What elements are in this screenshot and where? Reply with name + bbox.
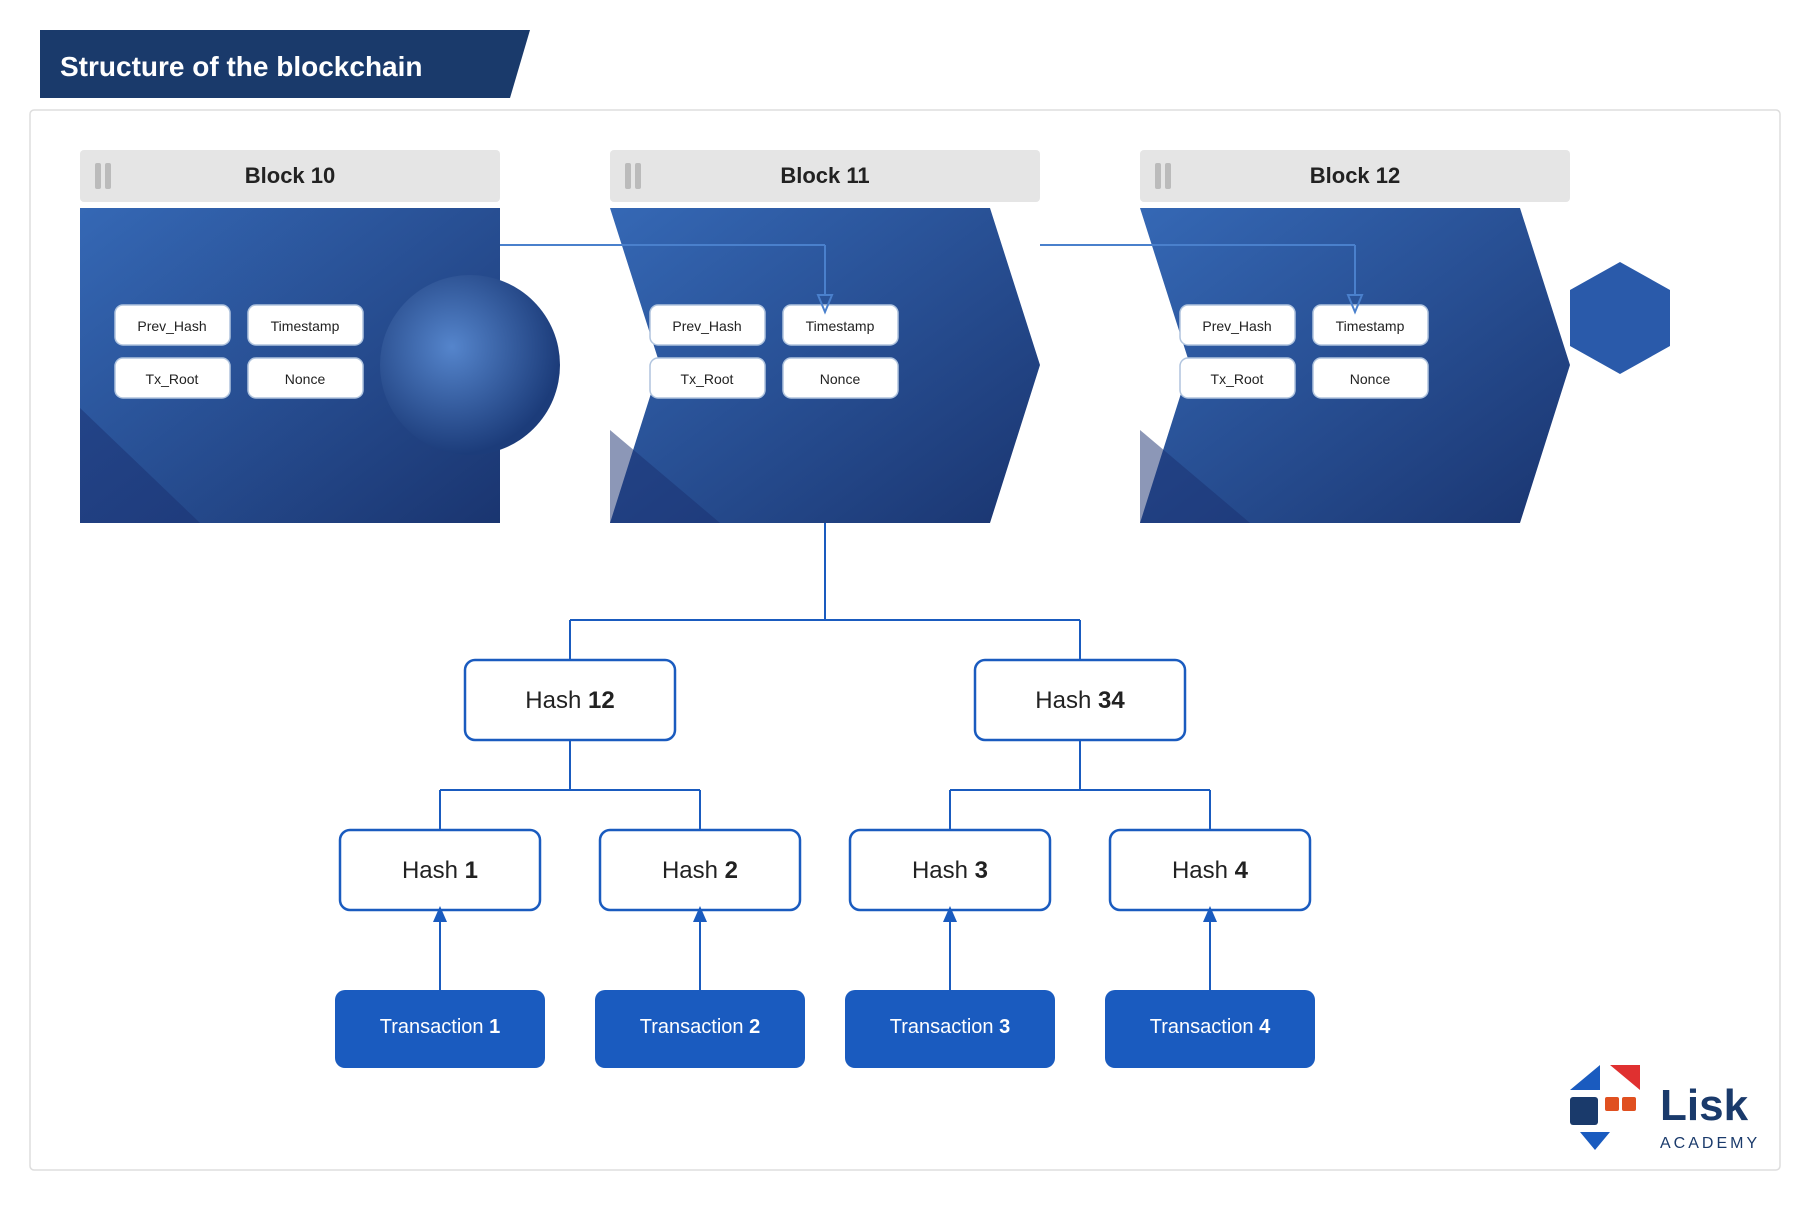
page-title: Structure of the blockchain [60,51,423,82]
tx-2-box: Transaction 2 [640,1016,760,1038]
block-10-label: Block 10 [245,163,336,188]
field-timestamp-12: Timestamp [1336,318,1405,334]
tx-1-box: Transaction 1 [380,1016,500,1038]
field-nonce-10: Nonce [285,371,326,387]
hash-12-box: Hash 12 [525,687,614,714]
field-timestamp-11: Timestamp [806,318,875,334]
block-12-label: Block 12 [1310,163,1401,188]
hash-1-box: Hash 1 [402,857,478,884]
field-prev-hash-12: Prev_Hash [1202,318,1271,334]
field-txroot-11: Tx_Root [681,371,734,387]
field-nonce-11: Nonce [820,371,861,387]
field-prev-hash-11: Prev_Hash [672,318,741,334]
field-timestamp-10: Timestamp [271,318,340,334]
lisk-brand: Lisk [1660,1081,1749,1130]
lisk-academy: ACADEMY [1660,1135,1760,1152]
tx-4-box: Transaction 4 [1150,1016,1271,1038]
hash-3-box: Hash 3 [912,857,988,884]
hash-34-box: Hash 34 [1035,687,1125,714]
field-prev-hash-10: Prev_Hash [137,318,206,334]
field-nonce-12: Nonce [1350,371,1391,387]
block-11-label: Block 11 [780,163,869,188]
field-txroot-12: Tx_Root [1211,371,1264,387]
hash-2-box: Hash 2 [662,857,738,884]
tx-3-box: Transaction 3 [890,1016,1010,1038]
hash-4-box: Hash 4 [1172,857,1249,884]
field-txroot-10: Tx_Root [146,371,199,387]
